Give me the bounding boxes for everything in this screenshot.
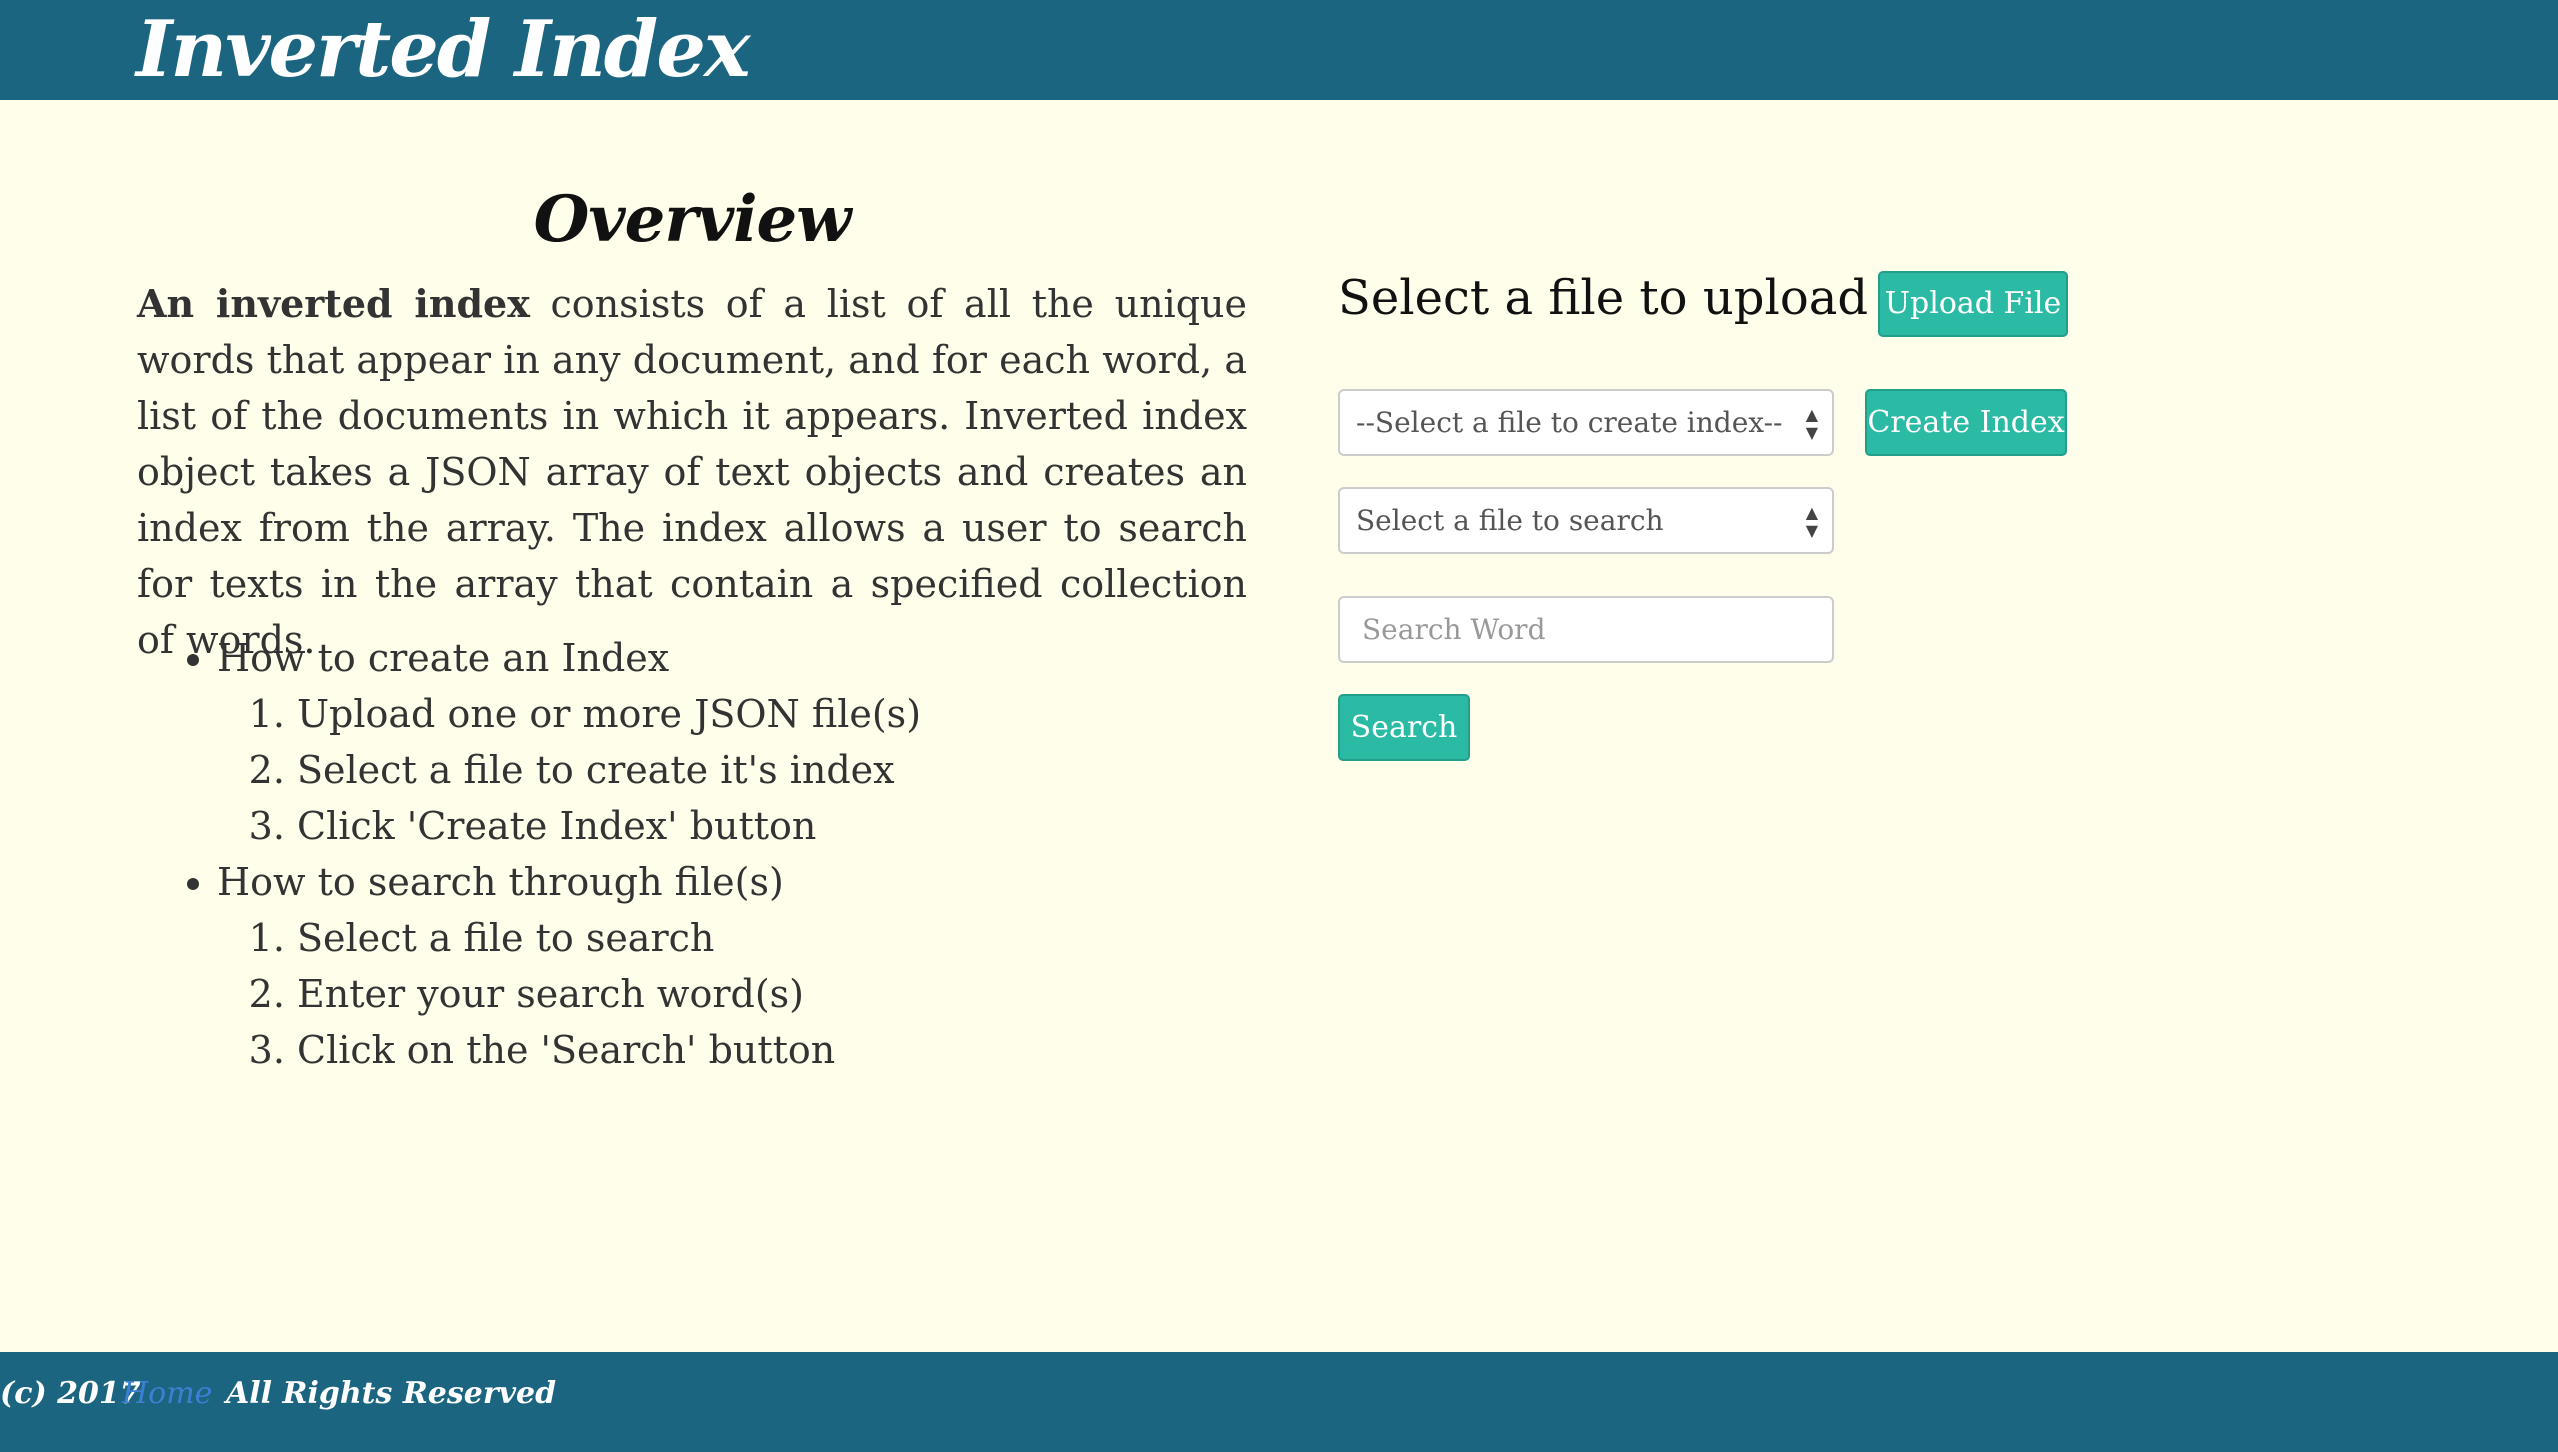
section-heading: How to search through file(s): [217, 860, 784, 904]
select-arrows-icon: ▲ ▼: [1805, 405, 1818, 442]
select-value: --Select a file to create index--: [1356, 406, 1783, 439]
brand-logo[interactable]: Inverted Index: [136, 0, 750, 100]
upload-panel-title: Select a file to upload: [1338, 270, 1869, 326]
list-item: Select a file to create it's index: [297, 742, 1247, 798]
create-index-file-select[interactable]: --Select a file to create index-- ▲ ▼: [1338, 389, 1834, 456]
instruction-section-create: How to create an Index Upload one or mor…: [217, 630, 1247, 854]
intro-bold-term: An inverted index: [137, 281, 530, 326]
list-item: Click on the 'Search' button: [297, 1022, 1247, 1078]
list-item: Click 'Create Index' button: [297, 798, 1247, 854]
list-item: Select a file to search: [297, 910, 1247, 966]
select-arrows-icon: ▲ ▼: [1805, 503, 1818, 540]
section-heading: How to create an Index: [217, 636, 670, 680]
search-word-input[interactable]: [1338, 596, 1834, 663]
intro-text: consists of a list of all the unique wor…: [137, 282, 1247, 662]
footer-bar: (c) 2017 Home All Rights Reserved: [0, 1352, 2558, 1452]
list-item: Enter your search word(s): [297, 966, 1247, 1022]
create-index-button[interactable]: Create Index: [1865, 389, 2067, 456]
overview-intro: An inverted index consists of a list of …: [137, 276, 1247, 668]
header-bar: Inverted Index: [0, 0, 2558, 100]
upload-file-button[interactable]: Upload File: [1878, 271, 2068, 337]
search-file-select[interactable]: Select a file to search ▲ ▼: [1338, 487, 1834, 554]
home-link[interactable]: Home: [122, 1354, 212, 1434]
instruction-section-search: How to search through file(s) Select a f…: [217, 854, 1247, 1078]
create-steps: Upload one or more JSON file(s) Select a…: [217, 686, 1247, 854]
search-button[interactable]: Search: [1338, 694, 1470, 761]
copyright-text: (c) 2017: [0, 1376, 141, 1411]
overview-title: Overview: [533, 182, 852, 257]
rights-text: All Rights Reserved: [226, 1376, 557, 1411]
list-item: Upload one or more JSON file(s): [297, 686, 1247, 742]
select-value: Select a file to search: [1356, 504, 1664, 537]
search-steps: Select a file to search Enter your searc…: [217, 910, 1247, 1078]
instruction-list: How to create an Index Upload one or mor…: [137, 630, 1247, 1078]
instructions: How to create an Index Upload one or mor…: [137, 630, 1247, 1078]
